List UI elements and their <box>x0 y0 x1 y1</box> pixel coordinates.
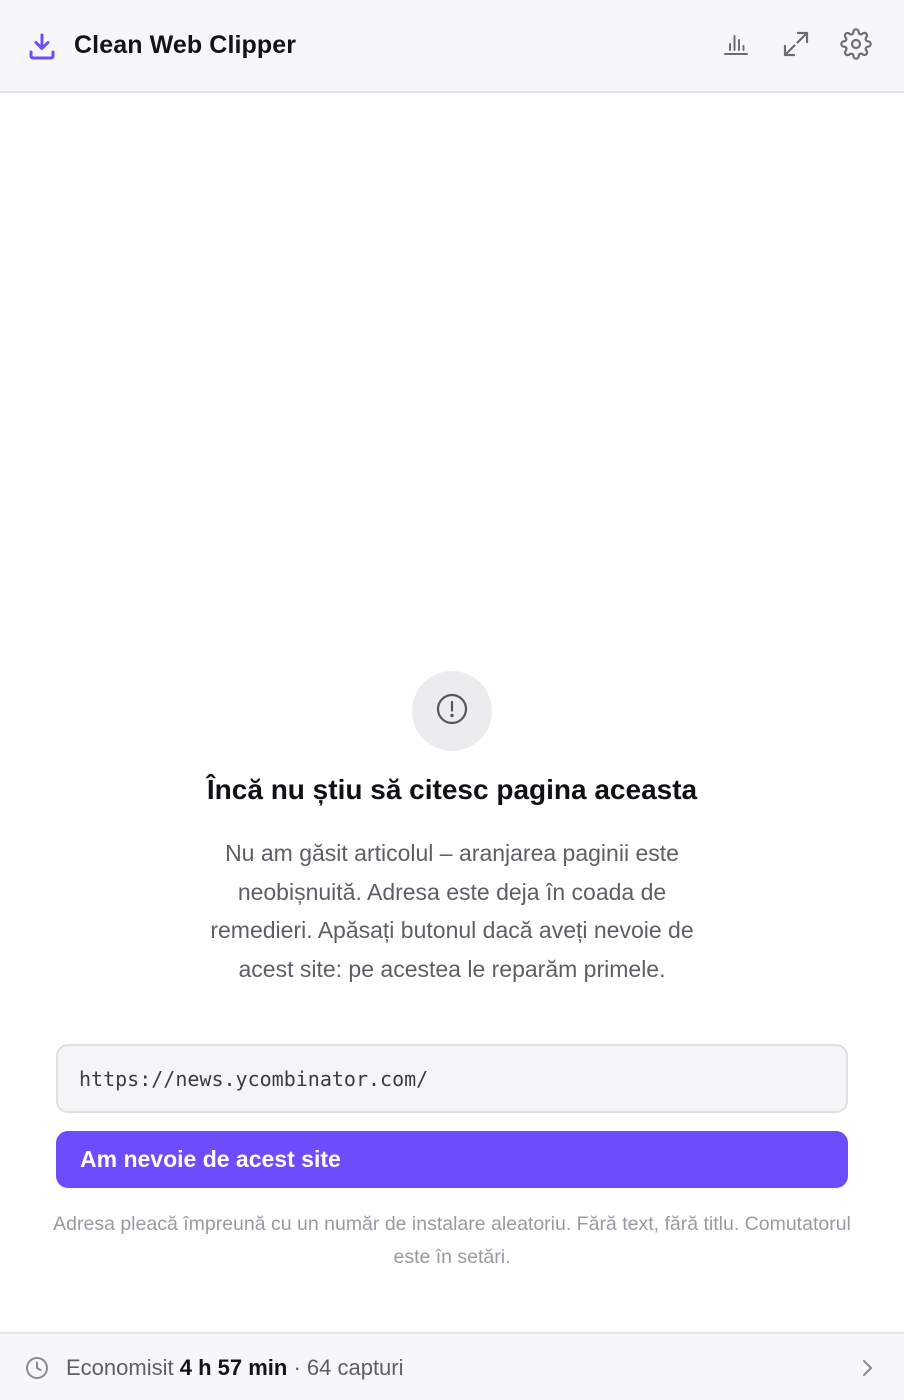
bar-chart-icon <box>722 30 750 63</box>
stats-button[interactable] <box>716 26 756 66</box>
message-description: Nu am găsit articolul – aranjarea pagini… <box>210 840 694 982</box>
savings-footer[interactable]: Economisit 4 h 57 min · 64 capturi <box>0 1332 904 1400</box>
capture-count: 64 capturi <box>306 1355 404 1380</box>
alert-circle-icon <box>435 692 469 731</box>
expand-icon <box>782 30 810 63</box>
savings-prefix: Economisit <box>66 1355 174 1380</box>
popup: Clean Web Clipper Încă nu știu să citesc… <box>0 0 904 1400</box>
privacy-note: Adresa pleacă împreună cu un număr de in… <box>53 1213 851 1268</box>
message-title: Încă nu știu să citesc pagina aceasta <box>206 774 698 805</box>
time-saved: 4 h 57 min <box>179 1355 288 1380</box>
chevron-right-icon <box>860 1358 874 1378</box>
status-indicator <box>412 671 492 751</box>
app-title: Clean Web Clipper <box>74 31 297 59</box>
url-field[interactable]: https://news.ycombinator.com/ <box>56 1044 848 1113</box>
settings-button[interactable] <box>836 26 876 66</box>
savings-summary: Economisit 4 h 57 min · 64 capturi <box>66 1355 404 1381</box>
header-actions <box>696 26 876 66</box>
clock-icon <box>25 1356 49 1380</box>
request-site-button[interactable]: Am nevoie de acest site <box>56 1131 848 1188</box>
download-icon <box>26 30 58 62</box>
separator: · <box>293 1355 301 1380</box>
brand: Clean Web Clipper <box>26 30 296 62</box>
header: Clean Web Clipper <box>0 0 904 93</box>
gear-icon <box>840 27 872 65</box>
expand-button[interactable] <box>776 26 816 66</box>
